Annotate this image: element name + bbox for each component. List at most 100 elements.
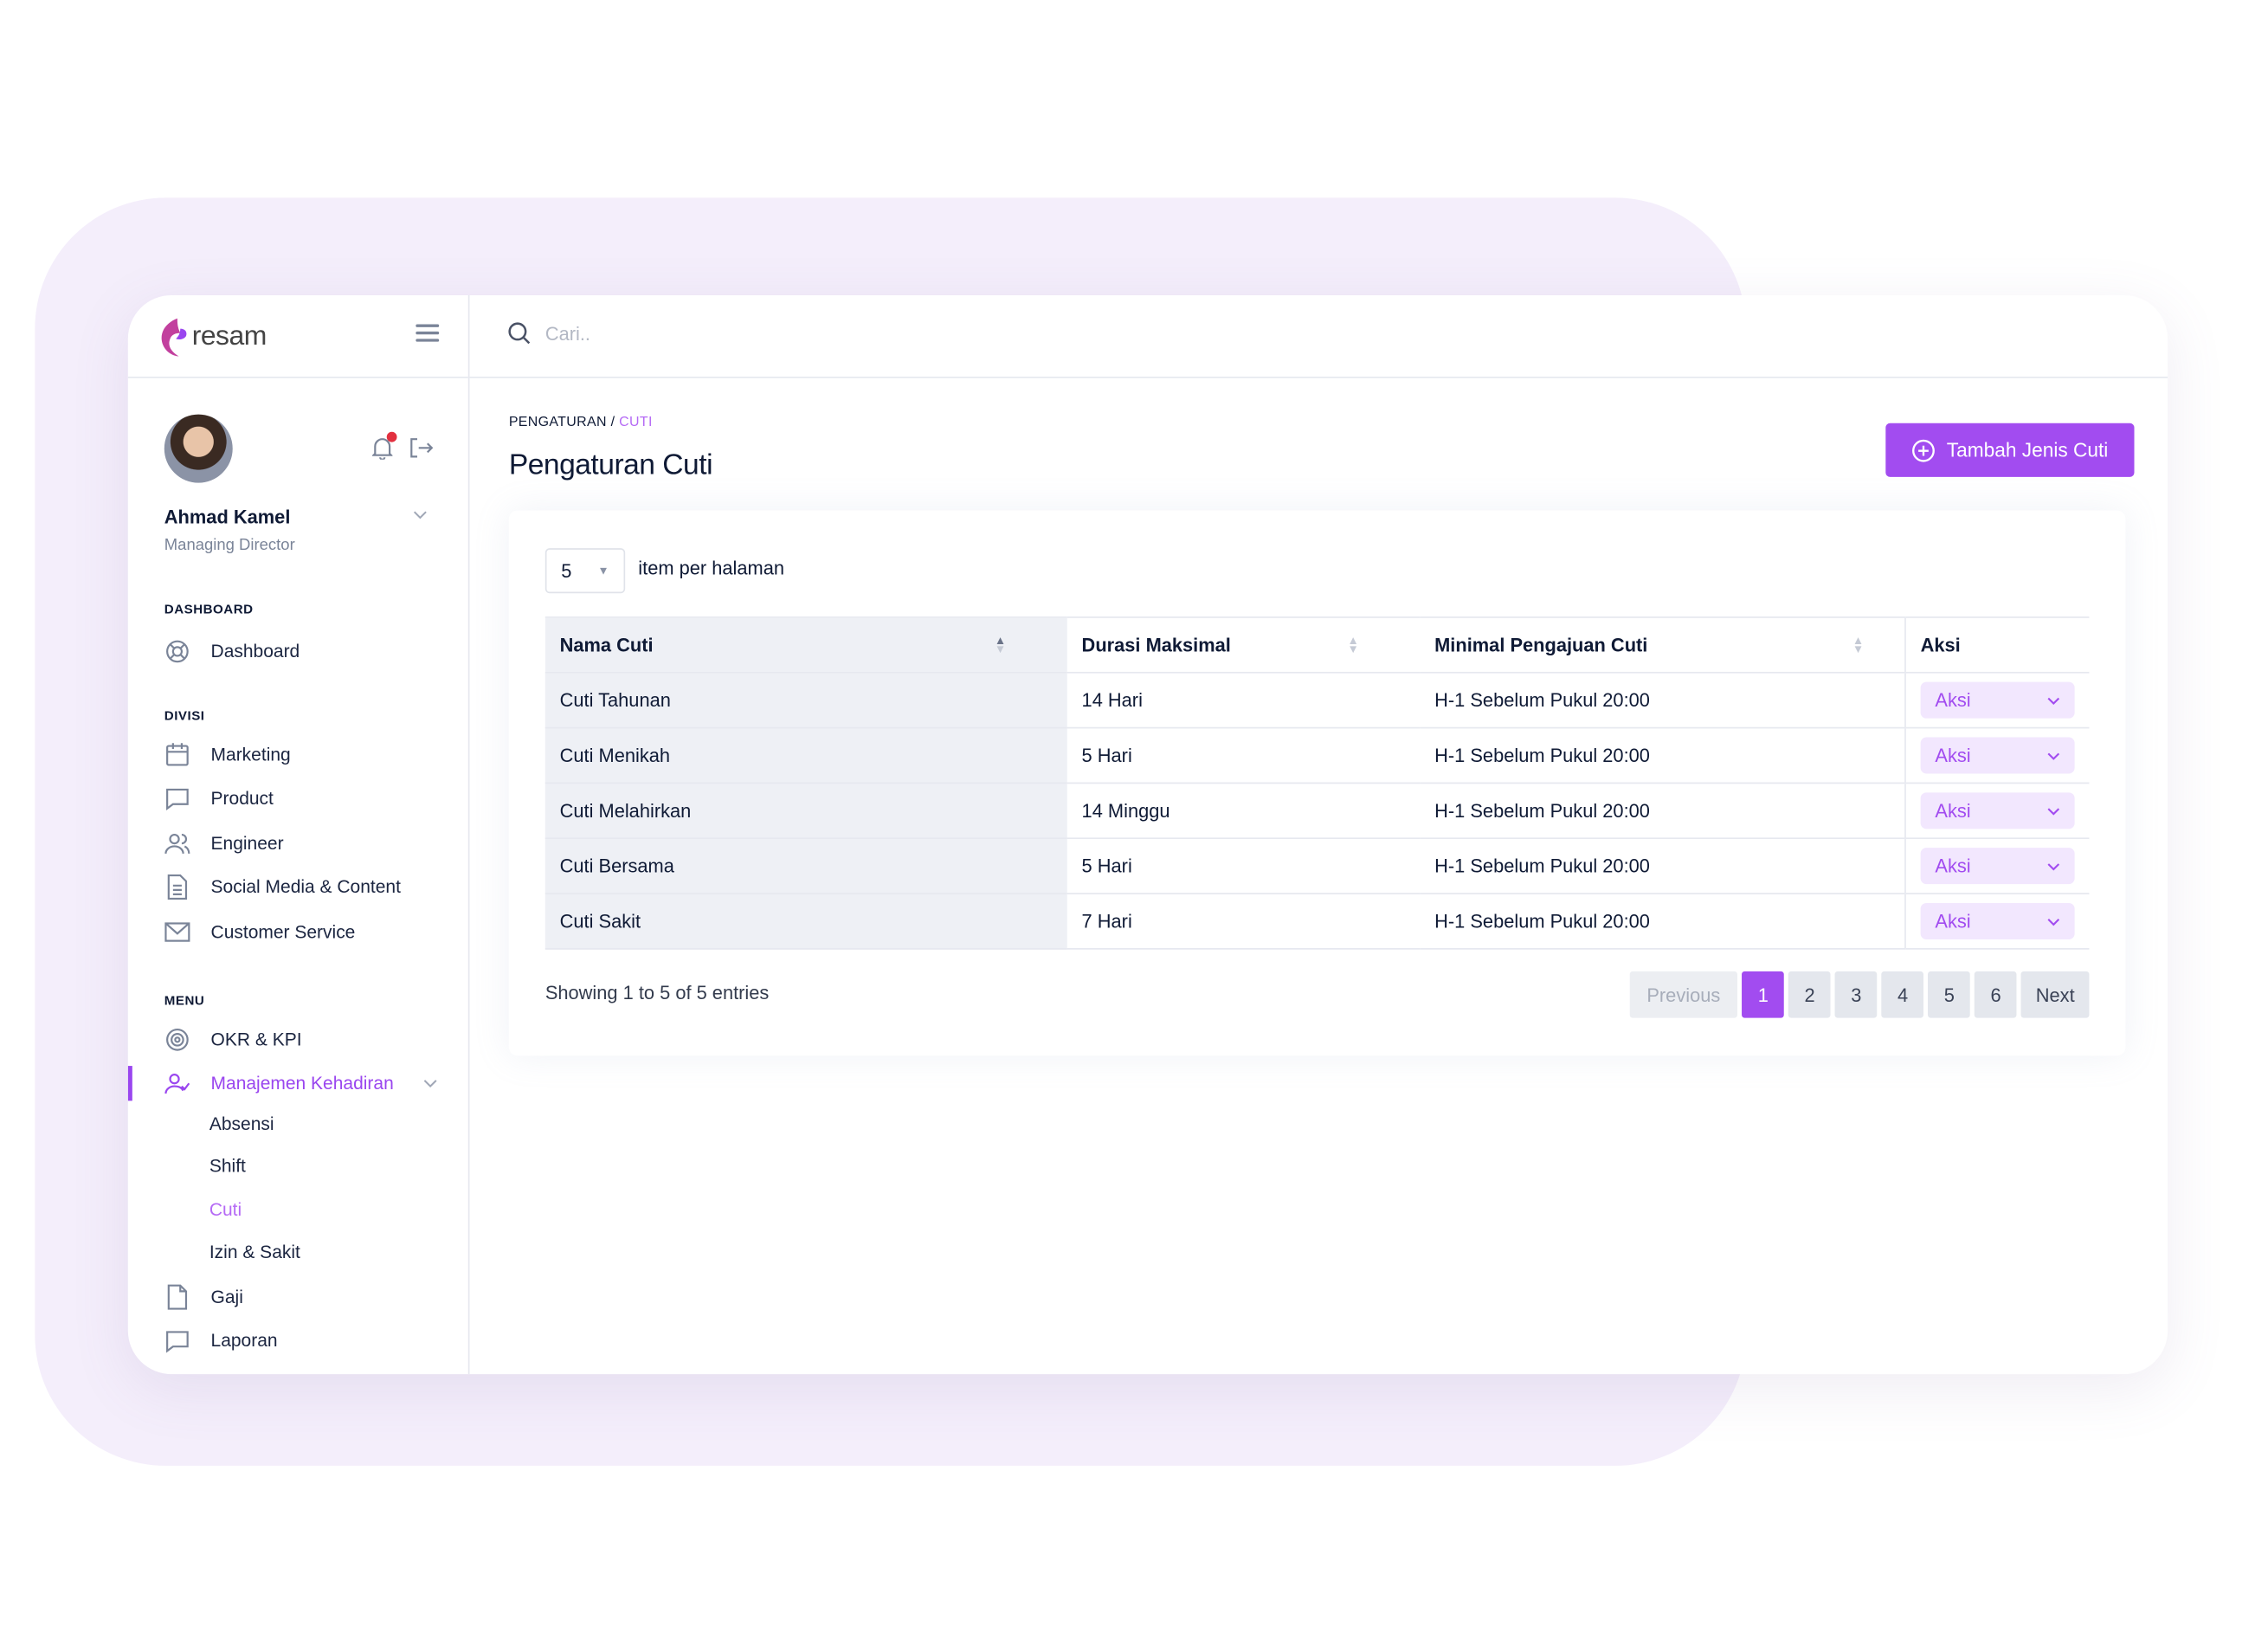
leave-table: Nama Cuti ▲ ▼ Durasi Maksimal ▲ ▼ Minimal Pe… [544,616,2090,950]
target-icon [166,1028,189,1051]
caret-down-icon: ▼ [597,564,609,578]
aksi-dropdown[interactable]: Aksi [1920,681,2075,719]
chevron-down-icon [2047,752,2060,760]
column-header-durasi[interactable]: Durasi Maksimal ▲ ▼ [1066,616,1421,673]
page-button-5[interactable]: 5 [1928,971,1971,1018]
sidebar-item-label: Marketing [210,744,291,765]
aksi-label: Aksi [1935,744,1971,767]
sidebar-item-label: Dashboard [210,641,300,662]
user-check-icon [164,1074,190,1094]
chat-icon [166,1331,189,1353]
breadcrumb-parent[interactable]: PENGATURAN [509,415,607,430]
sidebar-item-manajemen-kehadiran[interactable]: Manajemen Kehadiran [164,1070,437,1096]
add-button-label: Tambah Jenis Cuti [1946,439,2109,461]
per-page-value: 5 [561,559,572,582]
resam-logo-icon [161,318,187,357]
logout-icon[interactable] [410,438,434,459]
sidebar-item-dashboard[interactable]: Dashboard [164,638,300,664]
sidebar-item-customer-service[interactable]: Customer Service [164,919,356,945]
mail-icon [164,922,190,942]
cell-durasi: 7 Hari [1066,893,1421,950]
page-button-2[interactable]: 2 [1788,971,1831,1018]
sort-icon[interactable]: ▲ ▼ [995,635,1006,655]
user-role: Managing Director [164,536,295,554]
logo[interactable]: resam [157,315,267,358]
sidebar-item-label: Product [210,788,274,809]
plus-circle-icon [1911,438,1935,461]
column-header-nama[interactable]: Nama Cuti ▲ ▼ [544,616,1067,673]
section-menu: MENU [164,993,205,1008]
submenu-absensi[interactable]: Absensi [209,1113,274,1134]
sort-icon[interactable]: ▲ ▼ [1347,635,1358,655]
sidebar-item-label: Customer Service [210,921,356,943]
page-button-1[interactable]: 1 [1742,971,1785,1018]
aksi-dropdown[interactable]: Aksi [1920,902,2075,939]
breadcrumb-separator: / [606,414,620,431]
cell-durasi: 14 Minggu [1066,782,1421,839]
cell-nama: Cuti Sakit [544,893,1067,950]
sidebar-item-label: Laporan [210,1330,278,1352]
cell-nama: Cuti Melahirkan [544,782,1067,839]
chevron-down-icon [2047,807,2060,815]
table-row: Cuti Tahunan 14 Hari H-1 Sebelum Pukul 2… [544,671,2090,728]
previous-button[interactable]: Previous [1629,971,1738,1018]
sidebar-item-social-media[interactable]: Social Media & Content [164,874,401,900]
aksi-dropdown[interactable]: Aksi [1920,848,2075,885]
cell-nama: Cuti Bersama [544,837,1067,894]
add-leave-type-button[interactable]: Tambah Jenis Cuti [1885,423,2135,477]
cell-minimal: H-1 Sebelum Pukul 20:00 [1420,837,1905,894]
hamburger-menu-icon[interactable] [416,324,440,345]
chevron-down-icon [2047,696,2060,705]
search-icon [508,322,531,345]
users-icon [164,833,190,854]
page-button-4[interactable]: 4 [1881,971,1924,1018]
cell-aksi: Aksi [1904,726,2090,784]
next-button[interactable]: Next [2020,971,2090,1018]
cell-minimal: H-1 Sebelum Pukul 20:00 [1420,671,1905,728]
sidebar-item-label: Social Media & Content [210,876,401,898]
table-row: Cuti Sakit 7 Hari H-1 Sebelum Pukul 20:0… [544,893,2090,950]
notification-dot [386,431,397,442]
aksi-dropdown[interactable]: Aksi [1920,737,2075,774]
chevron-down-icon[interactable] [413,511,428,519]
section-dashboard: DASHBOARD [164,602,254,617]
table-row: Cuti Menikah 5 Hari H-1 Sebelum Pukul 20… [544,726,2090,784]
sidebar-item-okr-kpi[interactable]: OKR & KPI [164,1027,302,1053]
search-input[interactable] [544,322,1127,345]
section-divisi: DIVISI [164,707,205,723]
active-indicator [127,1066,132,1101]
search-bar [507,321,1127,345]
sidebar-item-laporan[interactable]: Laporan [164,1327,278,1353]
breadcrumb-current: CUTI [619,414,653,431]
sidebar-item-gaji[interactable]: Gaji [164,1284,243,1310]
document-icon [167,874,188,900]
pagination: Previous 1 2 3 4 5 6 Next [1629,971,2090,1018]
cell-nama: Cuti Tahunan [544,671,1067,728]
submenu-izin-sakit[interactable]: Izin & Sakit [209,1242,300,1262]
cell-minimal: H-1 Sebelum Pukul 20:00 [1420,782,1905,839]
avatar[interactable] [164,414,233,483]
submenu-cuti[interactable]: Cuti [209,1200,242,1221]
column-header-minimal[interactable]: Minimal Pengajuan Cuti ▲ ▼ [1420,616,1905,673]
table-row: Cuti Bersama 5 Hari H-1 Sebelum Pukul 20… [544,837,2090,894]
sidebar-item-marketing[interactable]: Marketing [164,742,291,768]
sidebar-item-engineer[interactable]: Engineer [164,830,284,856]
sort-icon[interactable]: ▲ ▼ [1852,635,1864,655]
aksi-dropdown[interactable]: Aksi [1920,792,2075,829]
chevron-down-icon [423,1080,437,1088]
user-name: Ahmad Kamel [164,506,291,528]
submenu-shift[interactable]: Shift [209,1156,246,1177]
page-button-6[interactable]: 6 [1975,971,2017,1018]
aksi-label: Aksi [1935,689,1971,712]
aksi-label: Aksi [1935,910,1971,932]
cell-nama: Cuti Menikah [544,726,1067,784]
cell-aksi: Aksi [1904,893,2090,950]
cell-durasi: 5 Hari [1066,837,1421,894]
page-title: Pengaturan Cuti [508,448,713,481]
sidebar-item-product[interactable]: Product [164,785,274,811]
page-button-3[interactable]: 3 [1834,971,1878,1018]
sidebar-item-label: Gaji [210,1287,243,1307]
per-page-select[interactable]: 5 ▼ [544,548,626,594]
aksi-label: Aksi [1935,855,1971,877]
cell-durasi: 5 Hari [1066,726,1421,784]
